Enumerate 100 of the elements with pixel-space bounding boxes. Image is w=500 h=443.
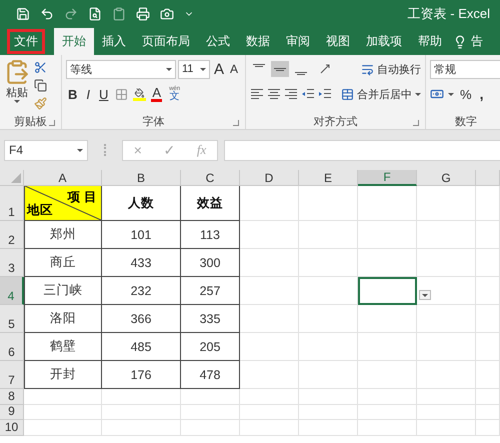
increase-indent-icon[interactable]: [318, 88, 332, 100]
clipboard-icon[interactable]: [112, 7, 126, 21]
grid-cell[interactable]: [417, 221, 476, 249]
grid-cell[interactable]: [417, 420, 476, 436]
column-header[interactable]: C: [181, 170, 240, 186]
ribbon-tab[interactable]: 审阅: [278, 28, 318, 55]
align-right-icon[interactable]: [284, 88, 298, 100]
grid-cell[interactable]: [476, 305, 500, 333]
merge-center-button[interactable]: 合并后居中: [357, 86, 412, 102]
currency-icon[interactable]: [430, 87, 444, 101]
formula-input[interactable]: [224, 140, 500, 160]
italic-button[interactable]: I: [84, 88, 92, 100]
row-header[interactable]: 6: [0, 333, 24, 361]
column-header[interactable]: B: [102, 170, 181, 186]
row-header[interactable]: 3: [0, 249, 24, 277]
format-painter-icon[interactable]: [34, 97, 47, 110]
launcher-icon[interactable]: [413, 120, 419, 126]
grid-cell[interactable]: [240, 389, 299, 404]
grid-cell[interactable]: [181, 420, 240, 436]
percent-button[interactable]: %: [458, 88, 474, 100]
grid-cell[interactable]: [476, 389, 500, 404]
row-header[interactable]: 2: [0, 221, 24, 249]
row-header[interactable]: 8: [0, 389, 24, 404]
grid-cell[interactable]: [102, 389, 181, 404]
grow-font-button[interactable]: A: [212, 62, 226, 76]
grid-cell[interactable]: [102, 404, 181, 420]
grid-cell[interactable]: [240, 404, 299, 420]
grid-cell[interactable]: [358, 305, 417, 333]
grid-cell[interactable]: [358, 420, 417, 436]
save-icon[interactable]: [16, 7, 30, 21]
name-box[interactable]: F4: [4, 140, 88, 160]
grid-cell[interactable]: [24, 404, 102, 420]
decrease-indent-icon[interactable]: [301, 88, 315, 100]
grid-cell[interactable]: [358, 249, 417, 277]
caret-icon[interactable]: [415, 92, 421, 96]
grid-cell[interactable]: [358, 404, 417, 420]
row-header[interactable]: 7: [0, 361, 24, 389]
font-color-button[interactable]: A: [151, 86, 162, 102]
grid-cell[interactable]: [476, 249, 500, 277]
grid-cell[interactable]: [299, 277, 358, 305]
grid-cell[interactable]: [417, 305, 476, 333]
launcher-icon[interactable]: [49, 120, 55, 126]
grid-cell[interactable]: [358, 221, 417, 249]
undo-icon[interactable]: [40, 7, 54, 21]
grid-cell[interactable]: [240, 420, 299, 436]
ribbon-tab[interactable]: 文件: [6, 28, 46, 55]
grid-cell[interactable]: [476, 361, 500, 389]
select-all-corner[interactable]: [0, 170, 24, 186]
grid-cell[interactable]: [299, 249, 358, 277]
grid-cell[interactable]: [476, 277, 500, 305]
tell-me-tab[interactable]: 告: [450, 28, 486, 55]
lightbulb-icon[interactable]: [453, 34, 467, 48]
grid-cell[interactable]: [299, 305, 358, 333]
printer-icon[interactable]: [136, 7, 150, 21]
grid-cell[interactable]: [240, 186, 299, 221]
comma-button[interactable]: ,: [478, 87, 486, 101]
grid-cell[interactable]: [240, 305, 299, 333]
ribbon-tab[interactable]: 插入: [94, 28, 134, 55]
merge-icon[interactable]: [341, 88, 354, 100]
grid-cell[interactable]: [358, 389, 417, 404]
ribbon-tab[interactable]: 数据: [238, 28, 278, 55]
grid-cell[interactable]: [299, 420, 358, 436]
grid-cell[interactable]: [240, 361, 299, 389]
grid-cell[interactable]: [476, 221, 500, 249]
column-header[interactable]: D: [240, 170, 299, 186]
grid-cell[interactable]: [417, 404, 476, 420]
column-header[interactable]: A: [24, 170, 102, 186]
grid-cell[interactable]: [358, 361, 417, 389]
grid-cell[interactable]: [299, 389, 358, 404]
number-format-field[interactable]: 常规: [430, 60, 500, 78]
grid-cell[interactable]: [24, 420, 102, 436]
grid-cell[interactable]: [299, 333, 358, 361]
shrink-font-button[interactable]: A: [228, 63, 240, 75]
row-header[interactable]: 5: [0, 305, 24, 333]
column-header[interactable]: G: [417, 170, 476, 186]
column-header[interactable]: [476, 170, 500, 186]
column-header[interactable]: E: [299, 170, 358, 186]
wrap-text-button[interactable]: 自动换行: [377, 62, 421, 76]
row-header[interactable]: 1: [0, 186, 24, 221]
auto-fill-options-button[interactable]: [419, 290, 431, 300]
grid-cell[interactable]: [358, 333, 417, 361]
row-header[interactable]: 4: [0, 277, 24, 305]
redo-icon[interactable]: [64, 7, 78, 21]
fill-color-icon[interactable]: [133, 88, 146, 100]
caret-icon[interactable]: [14, 100, 20, 103]
underline-button[interactable]: U: [97, 88, 110, 100]
row-header[interactable]: 10: [0, 420, 24, 436]
bold-button[interactable]: B: [66, 88, 80, 100]
grid-cell[interactable]: [417, 333, 476, 361]
ribbon-tab[interactable]: 帮助: [410, 28, 450, 55]
align-center-icon[interactable]: [267, 88, 281, 100]
borders-icon[interactable]: [115, 88, 128, 100]
middle-align-icon[interactable]: [271, 61, 289, 77]
ribbon-tab[interactable]: 页面布局: [134, 28, 198, 55]
ribbon-tab[interactable]: 视图: [318, 28, 358, 55]
grid-cell[interactable]: [240, 333, 299, 361]
grid-cell[interactable]: [476, 420, 500, 436]
grid-cell[interactable]: [417, 389, 476, 404]
grid-cell[interactable]: [240, 249, 299, 277]
font-size-field[interactable]: 11: [178, 60, 210, 78]
